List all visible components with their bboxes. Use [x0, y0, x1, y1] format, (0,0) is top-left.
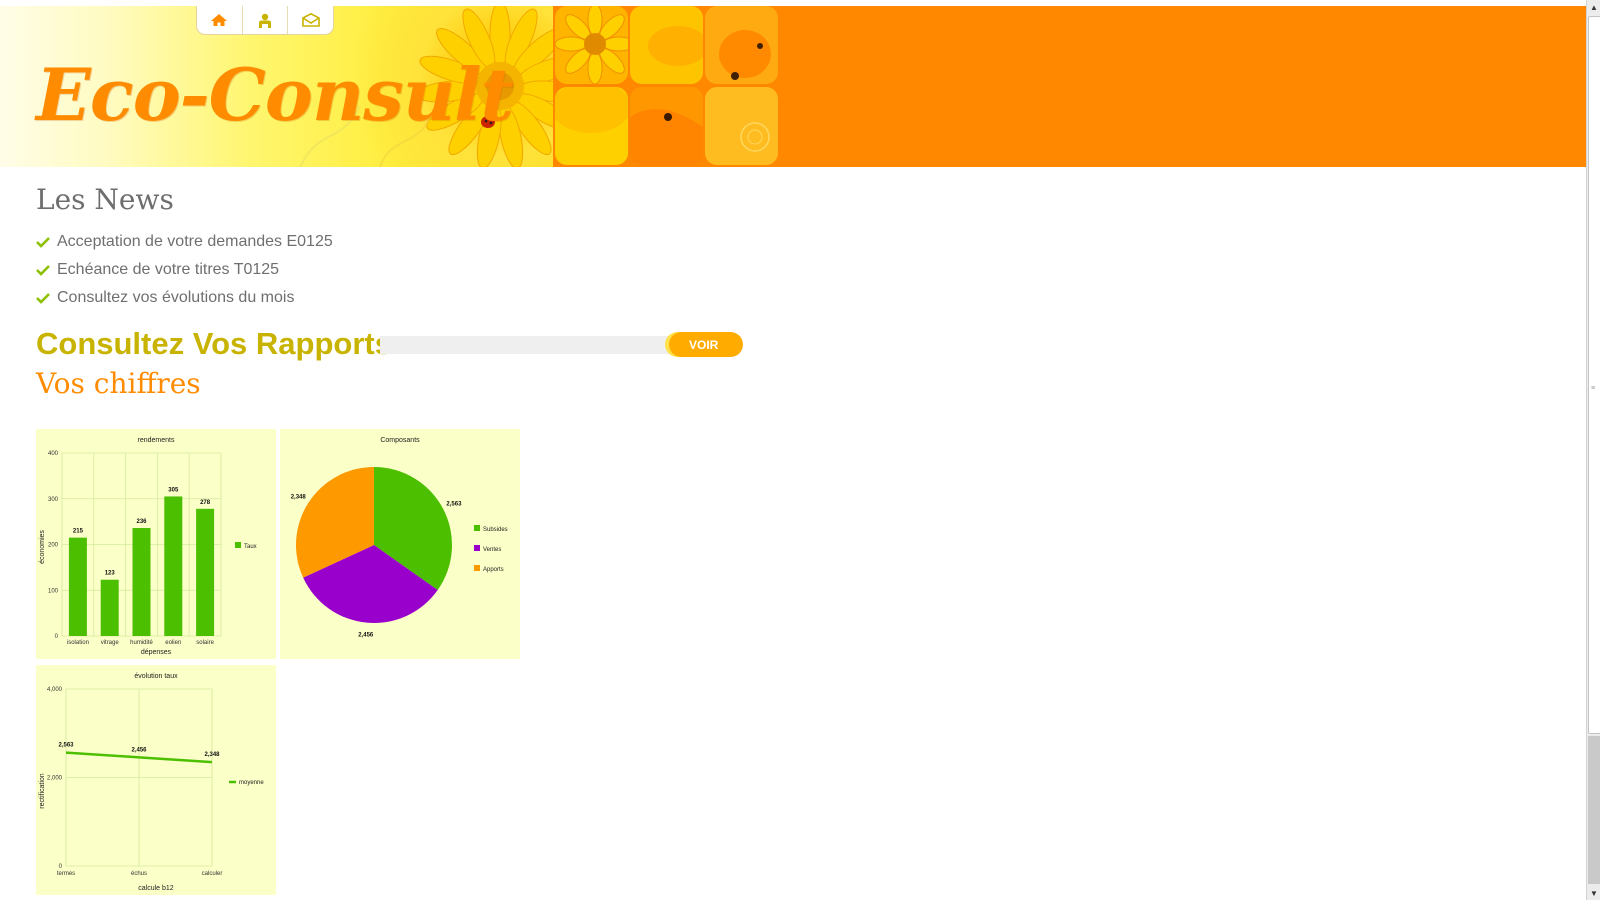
vertical-scrollbar[interactable]: ▲ ≡ ▼ — [1586, 0, 1600, 900]
news-item-text: Consultez vos évolutions du mois — [57, 289, 295, 306]
scrollbar-thumb[interactable]: ≡ — [1588, 16, 1600, 734]
rapport-search-input[interactable] — [380, 336, 672, 354]
voir-button[interactable]: VOIR — [669, 332, 743, 357]
scroll-up-arrow-icon[interactable]: ▲ — [1587, 0, 1600, 14]
chart-title: évolution taux — [134, 673, 178, 680]
y-tick-label: 300 — [48, 497, 59, 503]
bar[interactable] — [132, 528, 151, 636]
rapports-title: Consultez Vos Rapports — [36, 326, 392, 361]
legend-label: moyenne — [239, 780, 264, 786]
x-tick-label: isolation — [67, 640, 89, 646]
scroll-down-arrow-icon[interactable]: ▼ — [1587, 886, 1600, 900]
y-tick-label: 100 — [48, 588, 59, 594]
news-list: Acceptation de votre demandes E0125 Eché… — [36, 228, 333, 312]
data-label: 305 — [168, 487, 179, 493]
chart-title: rendements — [138, 437, 175, 444]
legend-swatch — [235, 542, 241, 548]
ladybug-wing-tile — [630, 87, 703, 165]
x-tick-label: calculer — [202, 871, 223, 877]
rendements-bar-chart: rendements dépenses économies 0 100 200 300… — [39, 437, 257, 656]
home-icon — [211, 14, 228, 26]
composants-pie-chart: Composants 2,563 2,456 2,348 Subsides Ventes… — [291, 437, 508, 639]
data-label: 215 — [73, 529, 84, 535]
news-item-text: Echéance de votre titres T0125 — [57, 261, 280, 278]
evolution-line-chart: évolution taux calcule b12 rectification… — [39, 673, 264, 892]
data-label: 2,456 — [131, 747, 147, 753]
bar[interactable] — [164, 496, 183, 636]
legend-label: Ventes — [483, 547, 501, 553]
ladybug-tile — [705, 6, 778, 84]
chart-title: Composants — [380, 437, 420, 444]
composants-chart-card: Composants 2,563 2,456 2,348 Subsides Ventes… — [280, 429, 520, 659]
legend-swatch — [474, 565, 480, 571]
bar[interactable] — [196, 508, 215, 636]
chart-x-axis-label: calcule b12 — [138, 885, 174, 892]
check-icon — [36, 265, 50, 276]
nav-mail-button[interactable] — [288, 6, 333, 34]
chiffres-title: Vos chiffres — [36, 367, 201, 400]
news-item-text: Acceptation de votre demandes E0125 — [57, 233, 333, 250]
data-label: 2,563 — [446, 502, 462, 508]
data-label: 2,456 — [358, 633, 374, 639]
chart-x-axis-label: dépenses — [141, 649, 172, 656]
data-label: 2,348 — [291, 494, 307, 500]
data-label: 2,348 — [204, 752, 220, 758]
x-tick-label: humidité — [130, 640, 153, 646]
bar[interactable] — [68, 537, 87, 636]
rendements-chart-card: rendements dépenses économies 0 100 200 300… — [36, 429, 276, 659]
y-tick-label: 4,000 — [47, 687, 63, 693]
mail-icon — [301, 13, 320, 27]
data-label: 123 — [105, 571, 116, 577]
x-tick-label: eolien — [165, 640, 181, 646]
floral-tile — [705, 87, 778, 165]
x-tick-label: termes — [57, 871, 75, 877]
legend-label: Apports — [483, 567, 504, 573]
news-item[interactable]: Consultez vos évolutions du mois — [36, 284, 333, 312]
legend-label: Subsides — [483, 527, 508, 533]
data-label: 2,563 — [58, 743, 74, 749]
x-tick-label: vitrage — [101, 640, 120, 646]
legend-label: Taux — [244, 544, 257, 550]
leaf-tile — [630, 6, 703, 84]
grip-icon: ≡ — [1591, 385, 1596, 392]
user-icon — [259, 13, 271, 28]
news-title: Les News — [36, 183, 174, 216]
y-tick-label: 0 — [55, 634, 59, 640]
top-nav — [196, 6, 334, 35]
y-tick-label: 2,000 — [47, 776, 63, 782]
bar[interactable] — [100, 579, 119, 636]
x-tick-label: solaire — [196, 640, 214, 646]
site-logo[interactable]: Eco-Consult — [36, 52, 514, 137]
x-tick-label: échus — [131, 871, 147, 877]
data-label: 278 — [200, 500, 211, 506]
nav-home-button[interactable] — [197, 6, 243, 34]
nav-user-button[interactable] — [243, 6, 289, 34]
sunflower-tile — [555, 6, 628, 84]
news-item[interactable]: Echéance de votre titres T0125 — [36, 256, 333, 284]
check-icon — [36, 293, 50, 304]
data-label: 236 — [136, 519, 147, 525]
news-item[interactable]: Acceptation de votre demandes E0125 — [36, 228, 333, 256]
y-tick-label: 400 — [48, 451, 59, 457]
y-tick-label: 0 — [59, 864, 63, 870]
scrollbar-track[interactable] — [1588, 736, 1600, 884]
chart-y-axis-label: économies — [39, 530, 46, 564]
legend-swatch — [474, 525, 480, 531]
chart-y-axis-label: rectification — [39, 773, 46, 809]
header-photo-tiles — [553, 6, 778, 167]
evolution-chart-card: évolution taux calcule b12 rectification… — [36, 665, 276, 895]
legend-swatch — [474, 545, 480, 551]
sunflower-tile-2 — [555, 87, 628, 165]
y-tick-label: 200 — [48, 543, 59, 549]
check-icon — [36, 237, 50, 248]
